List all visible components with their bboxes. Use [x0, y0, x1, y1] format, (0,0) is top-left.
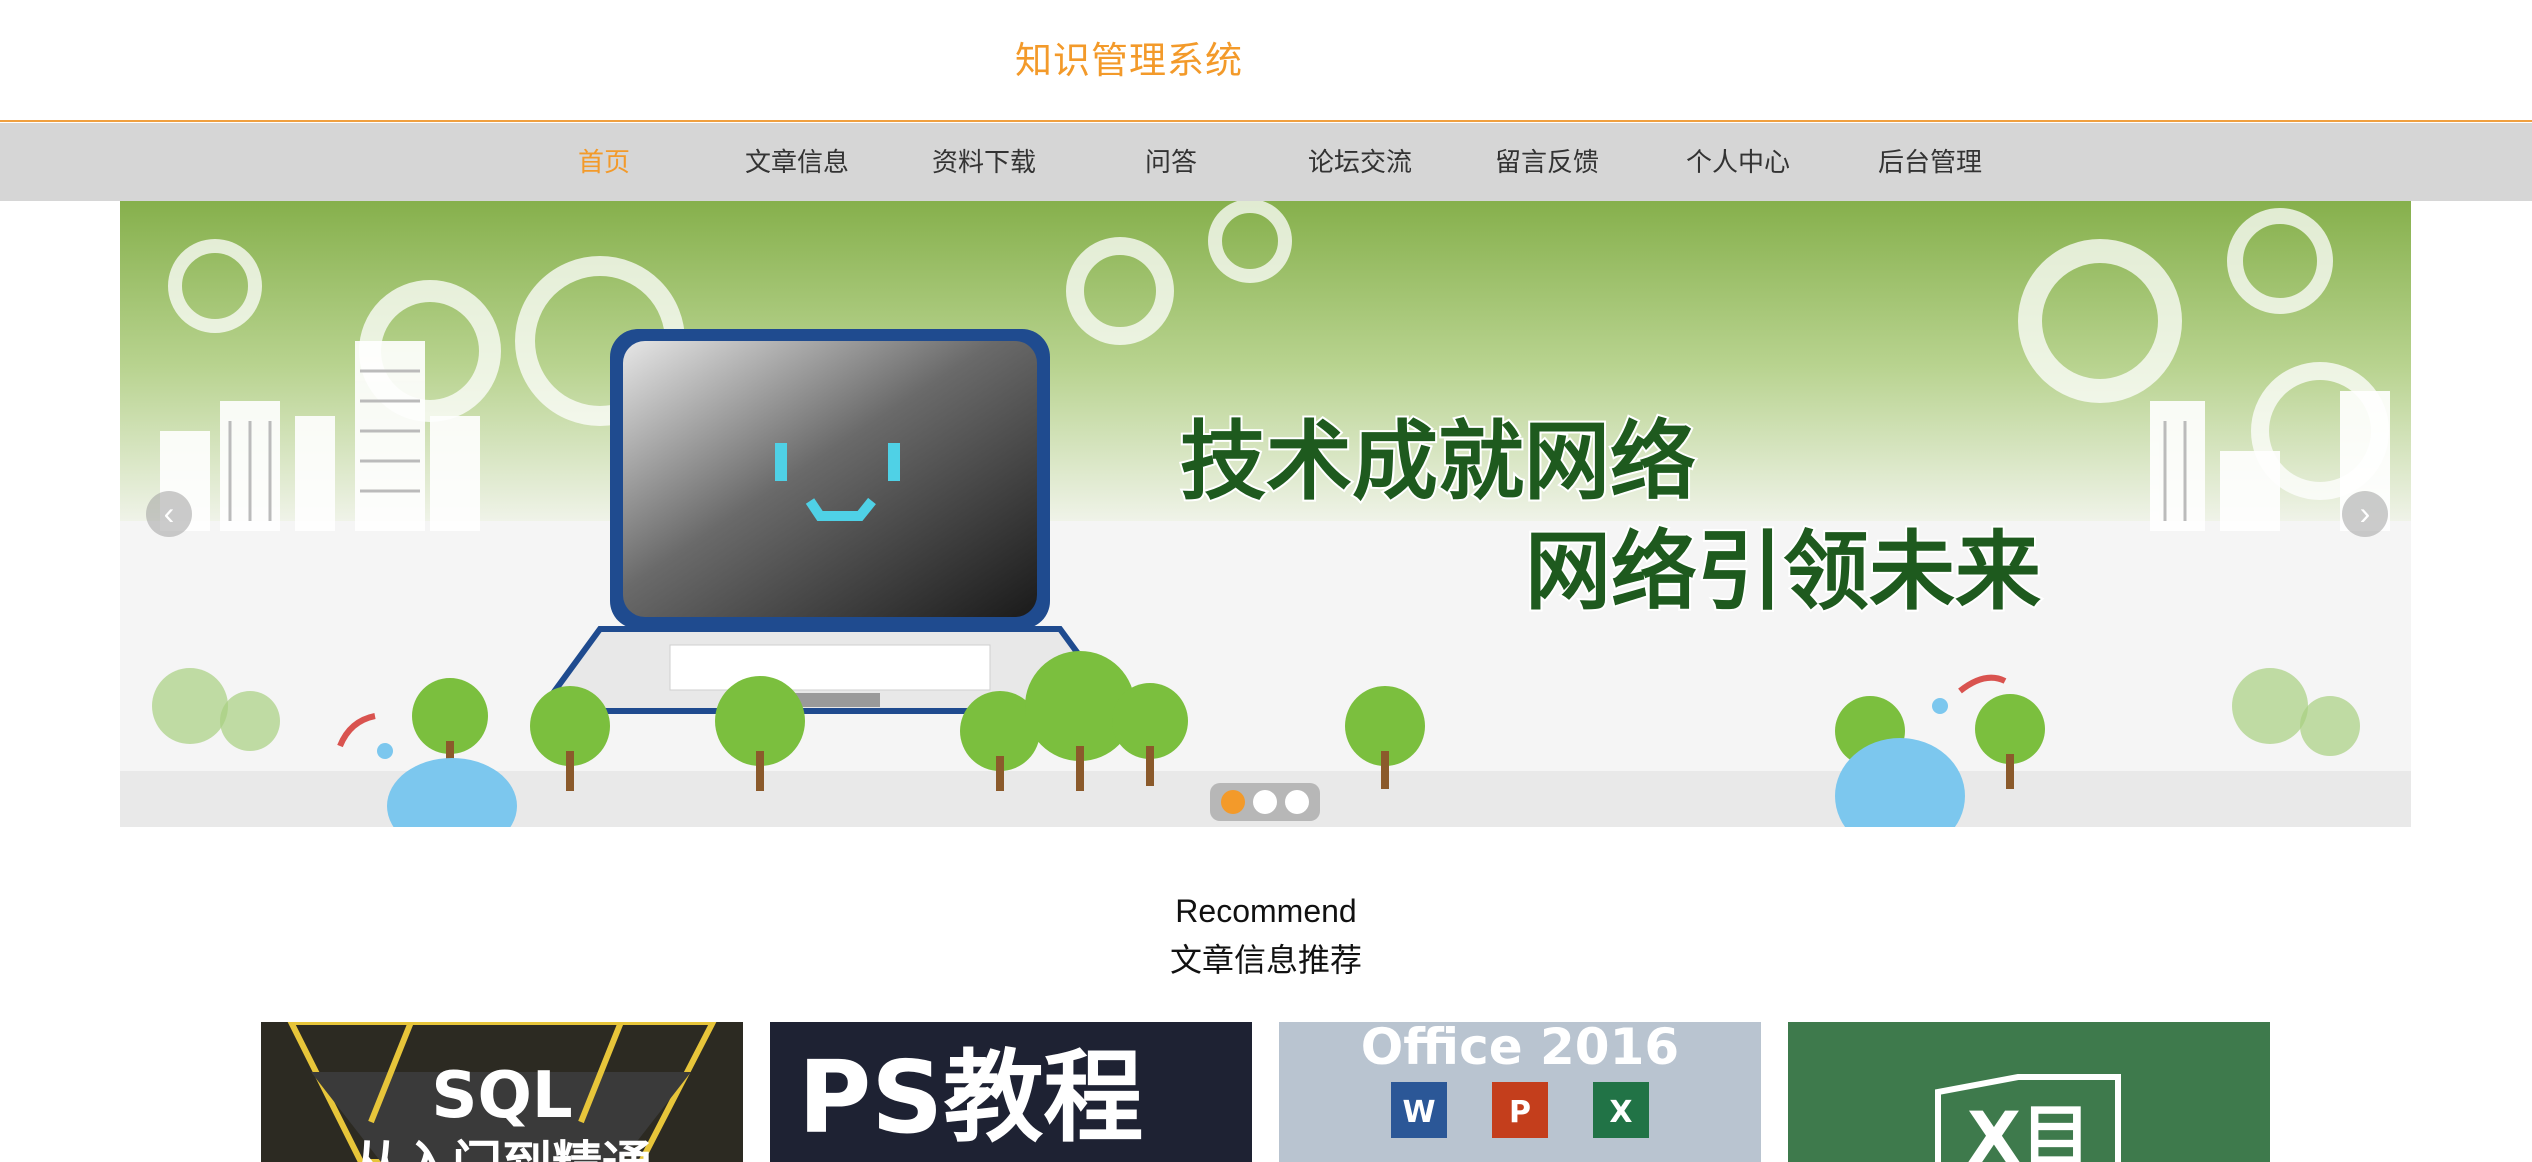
- hero-carousel[interactable]: 技术成就网络 网络引领未来 ‹ ›: [120, 201, 2411, 827]
- carousel-dot-1[interactable]: [1221, 790, 1245, 814]
- banner-slogan-line1: 技术成就网络: [1180, 412, 1696, 512]
- site-title[interactable]: 知识管理系统: [1015, 30, 1243, 84]
- banner-slogan-line2: 网络引领未来: [1525, 522, 2041, 622]
- nav-item-home[interactable]: 首页: [578, 123, 630, 201]
- recommend-card-excel[interactable]: X目: [1788, 1022, 2270, 1162]
- banner-image: 技术成就网络 网络引领未来: [120, 201, 2411, 827]
- svg-text:W: W: [1402, 1095, 1435, 1130]
- carousel-indicators: [1210, 783, 1320, 821]
- nav-item-profile[interactable]: 个人中心: [1686, 123, 1790, 201]
- card-thumbnail: SQL 从入门到精通: [261, 1022, 743, 1162]
- nav-item-downloads[interactable]: 资料下载: [932, 123, 1036, 201]
- card-text: X目: [1967, 1097, 2091, 1162]
- carousel-dot-3[interactable]: [1285, 790, 1309, 814]
- main-nav: 首页 文章信息 资料下载 问答 论坛交流 留言反馈 个人中心 后台管理: [0, 123, 2532, 201]
- card-text: PS教程: [798, 1039, 1143, 1156]
- recommend-card-ps[interactable]: PS教程: [770, 1022, 1252, 1162]
- recommend-card-sql[interactable]: SQL 从入门到精通: [261, 1022, 743, 1162]
- svg-text:X: X: [1609, 1095, 1632, 1130]
- svg-text:P: P: [1509, 1095, 1531, 1130]
- nav-item-admin[interactable]: 后台管理: [1878, 123, 1982, 201]
- card-subtext: 从入门到精通: [352, 1136, 652, 1162]
- carousel-next-button[interactable]: ›: [2342, 491, 2388, 537]
- recommend-card-office[interactable]: Office 2016 W P X: [1279, 1022, 1761, 1162]
- nav-item-forum[interactable]: 论坛交流: [1308, 123, 1412, 201]
- card-text: SQL: [431, 1059, 572, 1133]
- card-text: Office 2016: [1361, 1022, 1679, 1076]
- nav-item-feedback[interactable]: 留言反馈: [1495, 123, 1599, 201]
- card-thumbnail: X目: [1788, 1022, 2270, 1162]
- nav-item-qa[interactable]: 问答: [1145, 123, 1197, 201]
- site-header: 知识管理系统: [0, 0, 2532, 122]
- carousel-prev-button[interactable]: ‹: [146, 491, 192, 537]
- carousel-dot-2[interactable]: [1253, 790, 1277, 814]
- recommend-title-cn: 文章信息推荐: [1169, 942, 1362, 978]
- recommend-title-en: Recommend: [1175, 893, 1357, 929]
- chevron-right-icon: ›: [2359, 495, 2371, 531]
- card-thumbnail: PS教程: [770, 1022, 1252, 1162]
- card-thumbnail: Office 2016 W P X: [1279, 1022, 1761, 1162]
- nav-item-articles[interactable]: 文章信息: [745, 123, 849, 201]
- chevron-left-icon: ‹: [163, 495, 175, 531]
